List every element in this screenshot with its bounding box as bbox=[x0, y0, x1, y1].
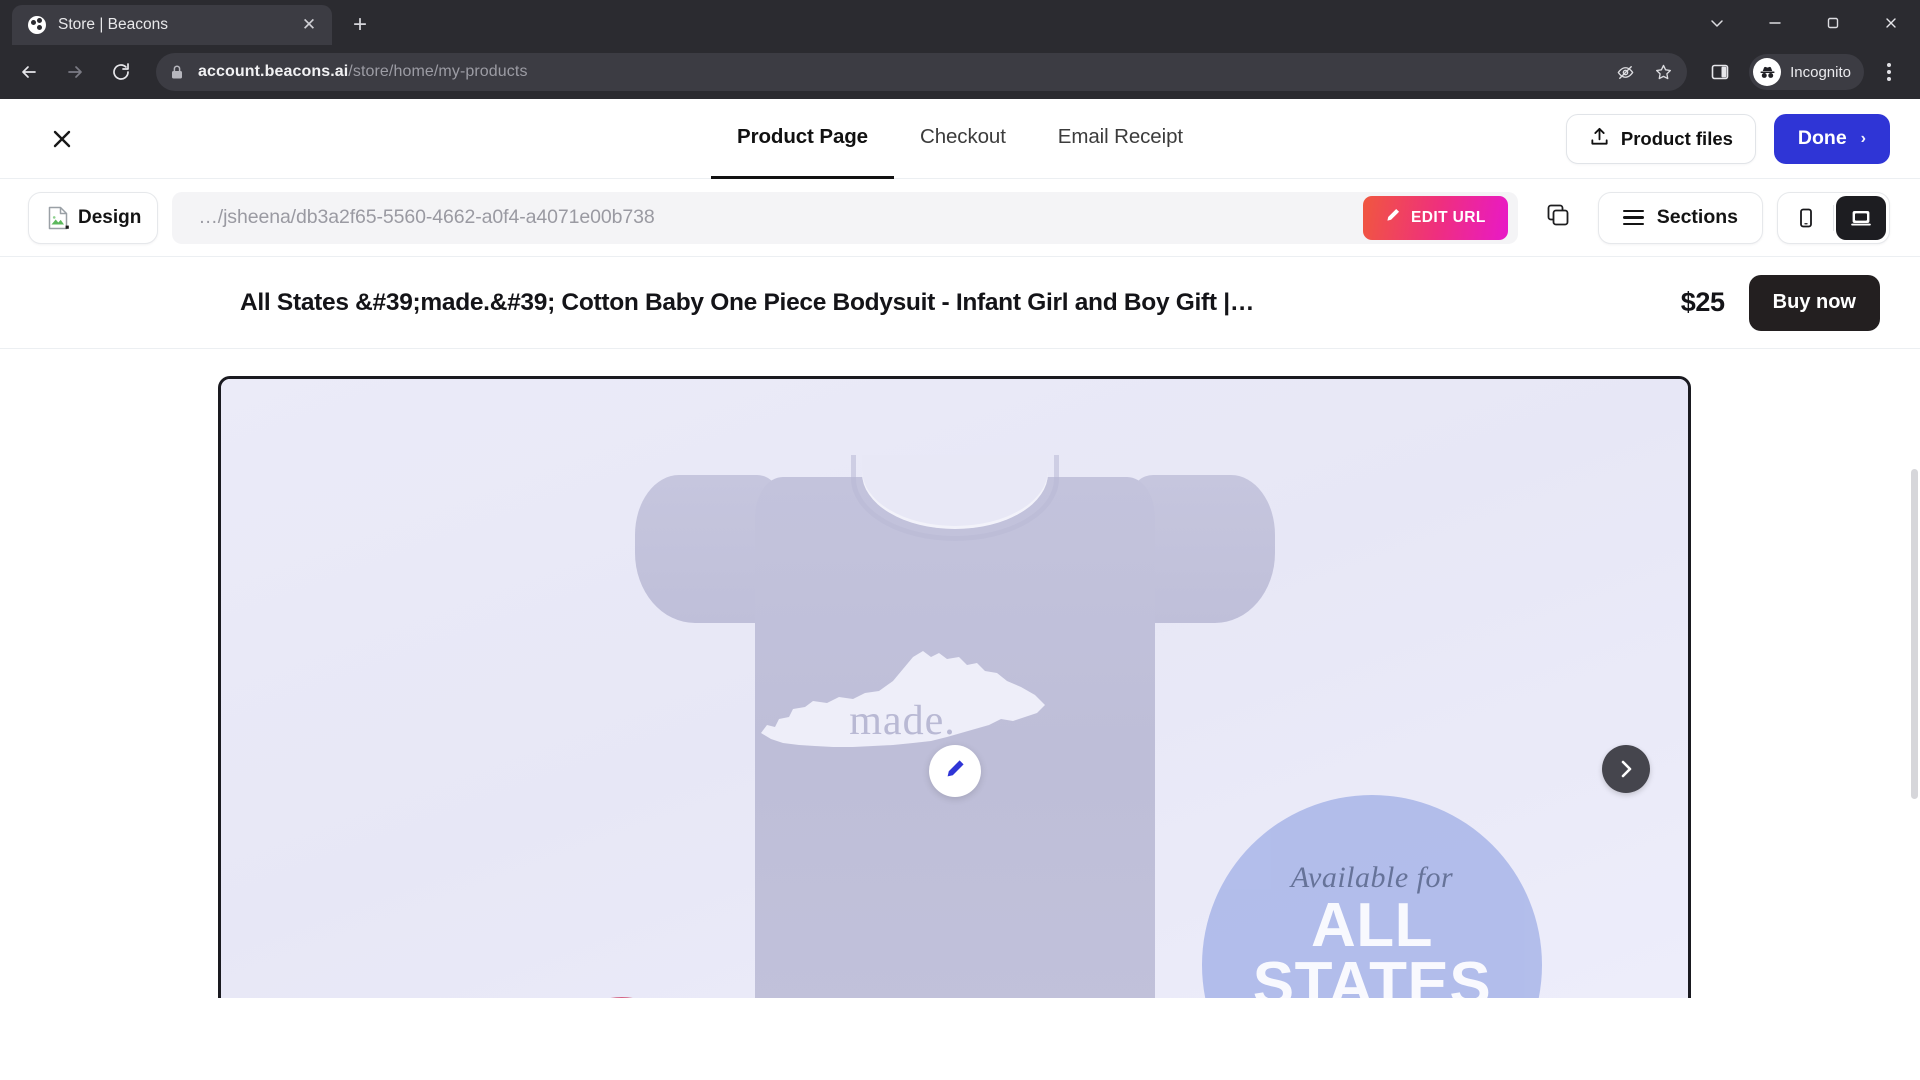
kentucky-state-icon: made. bbox=[753, 647, 1053, 765]
maximize-icon[interactable] bbox=[1804, 0, 1862, 45]
kebab-menu-icon[interactable] bbox=[1870, 53, 1908, 91]
copy-icon bbox=[1545, 202, 1571, 233]
browser-chrome: Store | Beacons ✕ + account.beacons.ai/s… bbox=[0, 0, 1920, 99]
minimize-icon[interactable] bbox=[1746, 0, 1804, 45]
product-photo: made. Available for ALL STATES bbox=[221, 379, 1688, 998]
address-bar[interactable]: account.beacons.ai/store/home/my-product… bbox=[156, 53, 1688, 91]
edit-image-button[interactable] bbox=[928, 745, 981, 797]
header-actions: Product files Done › bbox=[1565, 113, 1890, 164]
new-tab-button[interactable]: + bbox=[342, 7, 378, 43]
badge-line-3: STATES bbox=[1252, 950, 1492, 998]
edit-url-label: EDIT URL bbox=[1411, 208, 1486, 226]
tab-email-receipt[interactable]: Email Receipt bbox=[1032, 99, 1209, 179]
pencil-icon bbox=[1385, 207, 1401, 228]
browser-tab-title: Store | Beacons bbox=[58, 16, 169, 33]
address-path: /store/home/my-products bbox=[348, 63, 528, 80]
product-url-text: …/jsheena/db3a2f65-5560-4662-a0f4-a4071e… bbox=[198, 206, 655, 228]
toolbar-right: Incognito bbox=[1699, 51, 1908, 93]
browser-tabstrip: Store | Beacons ✕ + bbox=[0, 0, 1920, 45]
eye-off-icon[interactable] bbox=[1609, 56, 1641, 88]
close-icon[interactable]: ✕ bbox=[296, 12, 322, 38]
next-image-button[interactable] bbox=[1602, 745, 1650, 793]
product-files-button[interactable]: Product files bbox=[1565, 113, 1756, 164]
profile-label: Incognito bbox=[1790, 63, 1851, 81]
window-controls bbox=[1688, 0, 1920, 45]
sections-label: Sections bbox=[1656, 206, 1738, 228]
omnibox-actions bbox=[1609, 53, 1679, 91]
window-close-icon[interactable] bbox=[1862, 0, 1920, 45]
page-scrollbar[interactable] bbox=[1909, 349, 1920, 998]
tab-product-page[interactable]: Product Page bbox=[711, 99, 894, 179]
device-desktop-button[interactable] bbox=[1836, 195, 1886, 240]
hamburger-icon bbox=[1622, 209, 1644, 226]
preview-canvas: made. Available for ALL STATES bbox=[0, 349, 1920, 998]
device-separator bbox=[1833, 204, 1834, 231]
design-label: Design bbox=[78, 206, 142, 228]
side-panel-icon[interactable] bbox=[1699, 51, 1741, 93]
star-icon[interactable] bbox=[1647, 56, 1679, 88]
app-root: Product Page Checkout Email Receipt Prod… bbox=[0, 99, 1920, 1072]
badge-line-1: Available for bbox=[1290, 860, 1454, 894]
product-summary-bar: All States &#39;made.&#39; Cotton Baby O… bbox=[0, 257, 1920, 349]
product-url-field[interactable]: …/jsheena/db3a2f65-5560-4662-a0f4-a4071e… bbox=[172, 191, 1518, 244]
product-title: All States &#39;made.&#39; Cotton Baby O… bbox=[240, 288, 1255, 316]
incognito-icon bbox=[1753, 58, 1782, 86]
price-area: $25 Buy now bbox=[1680, 274, 1880, 331]
profile-chip[interactable]: Incognito bbox=[1749, 54, 1864, 90]
tab-checkout[interactable]: Checkout bbox=[894, 99, 1032, 179]
done-button[interactable]: Done › bbox=[1773, 113, 1890, 164]
copy-link-button[interactable] bbox=[1532, 192, 1584, 244]
bodysuit-graphic: made. bbox=[634, 419, 1275, 998]
product-files-label: Product files bbox=[1620, 127, 1733, 149]
edit-url-button[interactable]: EDIT URL bbox=[1363, 195, 1508, 240]
device-toggle-group bbox=[1777, 191, 1890, 244]
tab-search-icon[interactable] bbox=[1688, 0, 1746, 45]
design-button[interactable]: Design bbox=[28, 191, 159, 244]
product-price: $25 bbox=[1680, 287, 1725, 317]
shirt-text: made. bbox=[849, 698, 956, 744]
device-mobile-button[interactable] bbox=[1781, 196, 1831, 240]
address-bar-url: account.beacons.ai/store/home/my-product… bbox=[198, 63, 528, 81]
upload-icon bbox=[1589, 126, 1610, 152]
lock-icon bbox=[170, 64, 186, 80]
browser-toolbar: account.beacons.ai/store/home/my-product… bbox=[0, 45, 1920, 99]
close-editor-button[interactable] bbox=[40, 117, 84, 161]
us-flag-icon bbox=[451, 977, 651, 998]
scrollbar-thumb[interactable] bbox=[1911, 469, 1918, 799]
broken-image-icon bbox=[45, 205, 71, 231]
sections-button[interactable]: Sections bbox=[1597, 191, 1763, 244]
product-image-frame[interactable]: made. Available for ALL STATES bbox=[218, 376, 1691, 998]
forward-button[interactable] bbox=[54, 51, 96, 93]
done-label: Done bbox=[1797, 127, 1847, 149]
reload-button[interactable] bbox=[100, 51, 142, 93]
beacons-favicon-icon bbox=[28, 16, 46, 34]
address-host: account.beacons.ai bbox=[198, 63, 349, 80]
editor-toolbar: Design …/jsheena/db3a2f65-5560-4662-a0f4… bbox=[0, 179, 1920, 257]
browser-tab[interactable]: Store | Beacons ✕ bbox=[12, 5, 332, 45]
badge-line-2: ALL bbox=[1310, 890, 1434, 960]
app-header: Product Page Checkout Email Receipt Prod… bbox=[0, 99, 1920, 179]
pencil-icon bbox=[943, 757, 967, 786]
back-button[interactable] bbox=[8, 51, 50, 93]
buy-now-button[interactable]: Buy now bbox=[1748, 274, 1880, 331]
chevron-right-icon: › bbox=[1860, 129, 1866, 147]
